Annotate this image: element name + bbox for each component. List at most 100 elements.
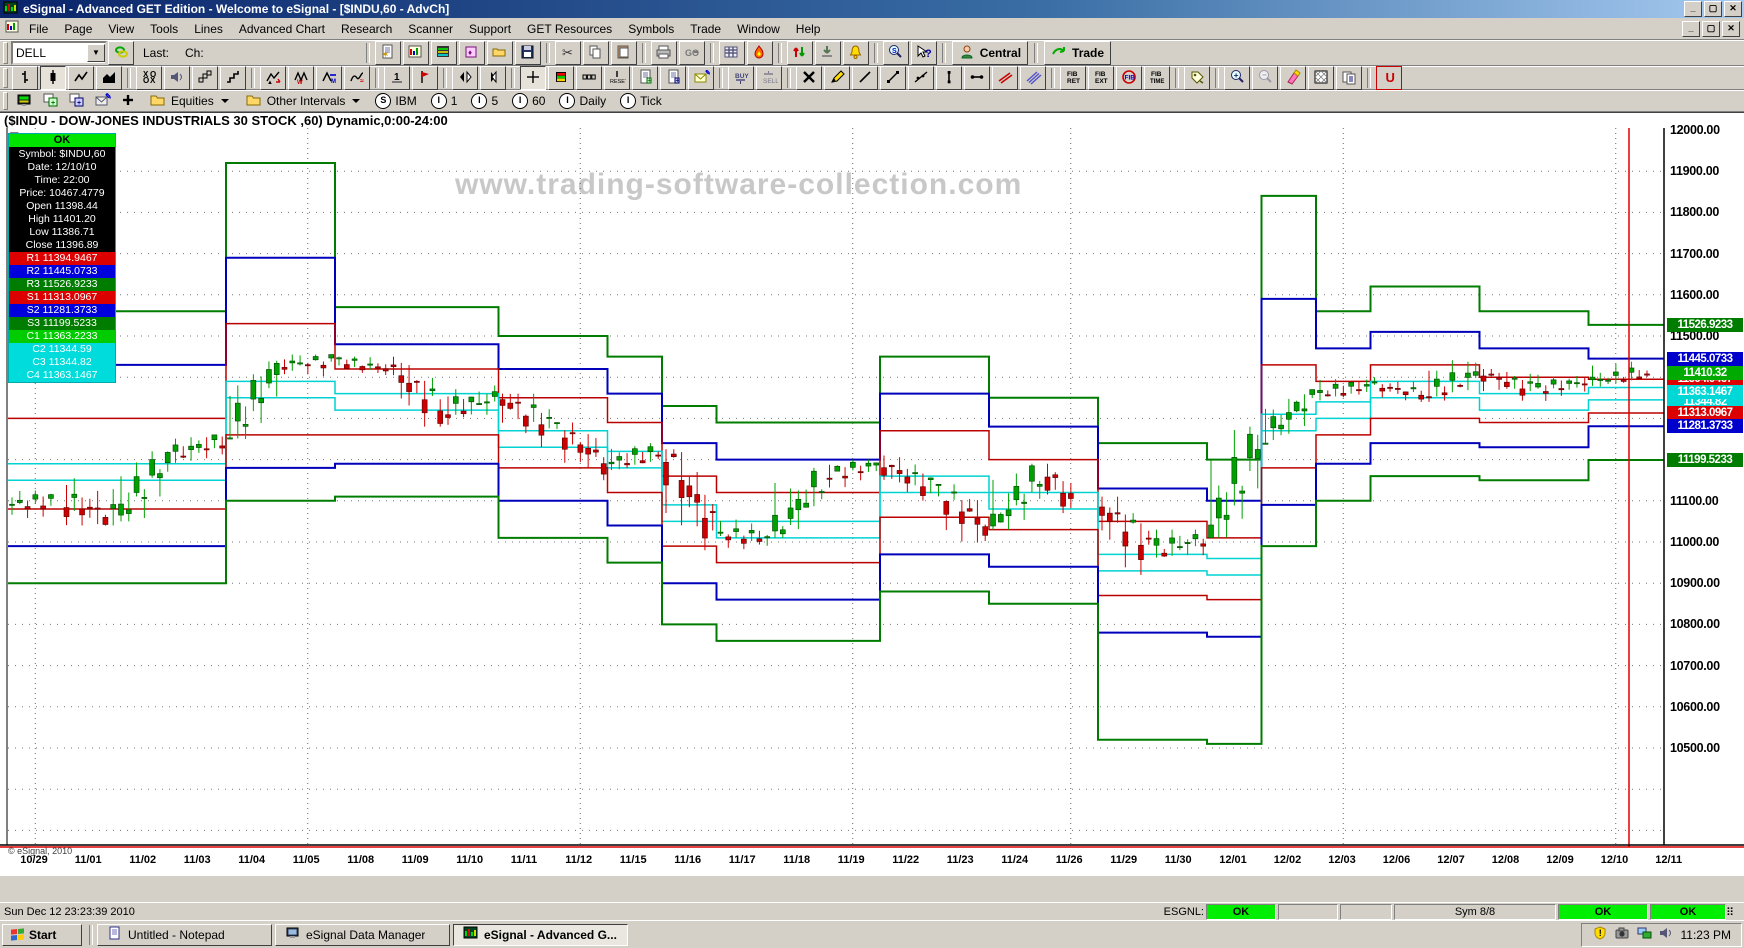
mail-note-button[interactable]: ✎ bbox=[90, 91, 114, 111]
new-chart-button[interactable]: ✶ bbox=[374, 41, 401, 65]
download-list-button[interactable] bbox=[814, 41, 841, 65]
link-button[interactable] bbox=[108, 41, 134, 65]
symbol-combobox[interactable]: DELL ▼ bbox=[11, 41, 107, 65]
copy-button[interactable] bbox=[582, 41, 609, 65]
pencil-button[interactable] bbox=[824, 66, 850, 90]
menu-research[interactable]: Research bbox=[333, 19, 400, 39]
buy-button[interactable]: BUY bbox=[728, 66, 754, 90]
menu-advanced-chart[interactable]: Advanced Chart bbox=[231, 19, 333, 39]
send-page-button[interactable]: ✎ bbox=[688, 66, 714, 90]
regression-line-button[interactable] bbox=[908, 66, 934, 90]
parallel-lines-red-button[interactable] bbox=[992, 66, 1018, 90]
menu-get-resources[interactable]: GET Resources bbox=[519, 19, 620, 39]
child-restore-button[interactable]: ▢ bbox=[1702, 20, 1720, 37]
child-minimize-button[interactable]: _ bbox=[1682, 20, 1700, 37]
interval-chip-60[interactable]: I 60 bbox=[512, 93, 545, 109]
menu-tools[interactable]: Tools bbox=[142, 19, 186, 39]
volume-icon[interactable] bbox=[1658, 925, 1675, 944]
interval-chip-1[interactable]: I1 bbox=[430, 93, 457, 109]
menu-symbols[interactable]: Symbols bbox=[620, 19, 682, 39]
context-help-button[interactable]: ? bbox=[910, 41, 937, 65]
trendline-anchor-button[interactable] bbox=[880, 66, 906, 90]
copy-page-button[interactable]: + bbox=[660, 66, 686, 90]
trade-button[interactable]: Trade bbox=[1044, 41, 1112, 65]
box-steps-button[interactable] bbox=[192, 66, 218, 90]
zoom-out-button[interactable]: − bbox=[1252, 66, 1278, 90]
stair-steps-button[interactable] bbox=[220, 66, 246, 90]
fib-retracement-button[interactable]: FIB RET bbox=[1060, 66, 1086, 90]
reset-button[interactable]: RESET bbox=[604, 66, 630, 90]
pivot-flag-button[interactable] bbox=[412, 66, 438, 90]
trendline-button[interactable] bbox=[852, 66, 878, 90]
menu-lines[interactable]: Lines bbox=[186, 19, 231, 39]
folder-equities[interactable]: Equities bbox=[149, 92, 229, 111]
candlestick-chart[interactable] bbox=[0, 128, 1744, 876]
menu-support[interactable]: Support bbox=[461, 19, 519, 39]
quote-row-button[interactable] bbox=[576, 66, 602, 90]
page-monitor-button[interactable] bbox=[12, 91, 36, 111]
toolbar-grip[interactable] bbox=[3, 92, 8, 110]
playback-left-button[interactable] bbox=[452, 66, 478, 90]
highlighter-button[interactable] bbox=[1280, 66, 1306, 90]
close-button[interactable]: ✕ bbox=[1724, 1, 1742, 17]
chart-area[interactable]: www.trading-software-collection.com T OK… bbox=[0, 123, 1744, 876]
expert-trend-button[interactable]: ▲ bbox=[260, 66, 286, 90]
data-grid-button[interactable] bbox=[718, 41, 745, 65]
interval-chip-ibm[interactable]: S IBM bbox=[375, 93, 417, 109]
vertical-line-button[interactable] bbox=[936, 66, 962, 90]
symbol-input[interactable]: DELL bbox=[13, 46, 87, 60]
add-plus-button[interactable] bbox=[116, 91, 140, 111]
undo-u-button[interactable]: U bbox=[1376, 66, 1402, 90]
start-button[interactable]: Start bbox=[2, 923, 82, 946]
multi-page-button[interactable] bbox=[1336, 66, 1362, 90]
duplicate-window-button[interactable]: + bbox=[64, 91, 88, 111]
candlestick-button[interactable] bbox=[40, 66, 66, 90]
symbol-list-button[interactable]: ♦ bbox=[458, 41, 485, 65]
combo-dropdown-icon[interactable]: ▼ bbox=[87, 44, 105, 62]
grid-pattern-button[interactable] bbox=[1308, 66, 1334, 90]
menu-trade[interactable]: Trade bbox=[682, 19, 729, 39]
menu-file[interactable]: File bbox=[21, 19, 56, 39]
toolbar-grip[interactable] bbox=[3, 42, 8, 64]
bar-chart-button[interactable] bbox=[12, 66, 38, 90]
interval-chip-tick[interactable]: I Tick bbox=[620, 93, 662, 109]
taskbar-task-esignal-advanced-g-[interactable]: eSignal - Advanced G... bbox=[453, 923, 628, 946]
cut-button[interactable]: ✂ bbox=[554, 41, 581, 65]
taskbar-task-esignal-data-manager[interactable]: eSignal Data Manager bbox=[275, 923, 450, 946]
resize-grip[interactable]: ⠿ bbox=[1726, 906, 1744, 919]
delete-tool-button[interactable] bbox=[796, 66, 822, 90]
horizontal-segment-button[interactable] bbox=[964, 66, 990, 90]
quote-data-panel[interactable]: OK Symbol: $INDU,60 Date: 12/10/10 Time: 2… bbox=[8, 133, 116, 383]
quote-board-button[interactable] bbox=[430, 41, 457, 65]
point-figure-button[interactable]: XOOX bbox=[136, 66, 162, 90]
sort-arrows-button[interactable] bbox=[786, 41, 813, 65]
hot-list-button[interactable] bbox=[746, 41, 773, 65]
folder-other-intervals[interactable]: Other Intervals bbox=[245, 92, 361, 111]
sell-button[interactable]: SELL bbox=[756, 66, 782, 90]
color-bars-button[interactable] bbox=[548, 66, 574, 90]
interval-chip-daily[interactable]: I Daily bbox=[559, 93, 606, 109]
menu-help[interactable]: Help bbox=[788, 19, 829, 39]
child-close-button[interactable]: ✕ bbox=[1722, 20, 1740, 37]
menu-view[interactable]: View bbox=[100, 19, 142, 39]
paste-button[interactable] bbox=[610, 41, 637, 65]
menu-window[interactable]: Window bbox=[729, 19, 788, 39]
pivot-label-button[interactable]: 1 bbox=[384, 66, 410, 90]
save-button[interactable] bbox=[514, 41, 541, 65]
tray-clock[interactable]: 11:23 PM bbox=[1681, 928, 1731, 942]
print-button[interactable] bbox=[650, 41, 677, 65]
expert-wave-button[interactable]: ≈ bbox=[344, 66, 370, 90]
volume-button[interactable] bbox=[164, 66, 190, 90]
go-button[interactable]: GO bbox=[678, 41, 705, 65]
playback-right-button[interactable] bbox=[480, 66, 506, 90]
scanner-search-button[interactable]: S bbox=[882, 41, 909, 65]
security-shield-icon[interactable]: ! bbox=[1592, 925, 1609, 944]
fib-time-button[interactable]: FIB TIME bbox=[1144, 66, 1170, 90]
alert-bell-button[interactable] bbox=[842, 41, 869, 65]
menu-page[interactable]: Page bbox=[56, 19, 100, 39]
network-icon[interactable] bbox=[1636, 925, 1653, 944]
interval-chip-5[interactable]: I5 bbox=[471, 93, 498, 109]
expert-mob-button[interactable]: M bbox=[316, 66, 342, 90]
zoom-in-button[interactable]: + bbox=[1224, 66, 1250, 90]
toolbar-grip[interactable] bbox=[3, 68, 8, 88]
